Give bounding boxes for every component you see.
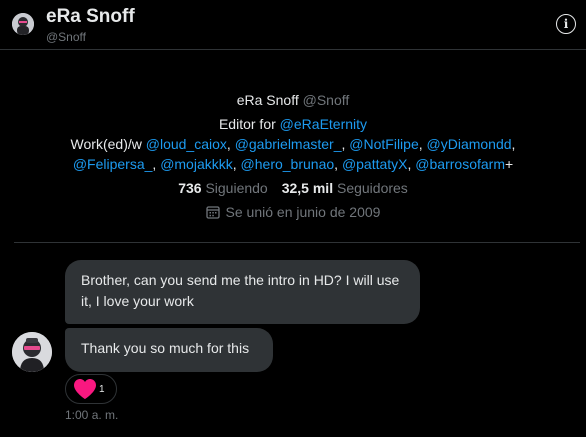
profile-title-line: eRa Snoff @Snoff: [0, 90, 586, 110]
bio-mention-link[interactable]: @yDiamondd: [427, 136, 512, 152]
following-label: Siguiendo: [205, 180, 268, 196]
avatar[interactable]: [12, 332, 52, 372]
message-bubble[interactable]: Thank you so much for this: [65, 328, 273, 372]
bio-mention-link[interactable]: @mojakkkk: [160, 156, 233, 172]
message-bubble[interactable]: Brother, can you send me the intro in HD…: [65, 260, 420, 324]
profile-name[interactable]: eRa Snoff: [237, 92, 299, 108]
profile-bio-line-1: Editor for @eRaEternity: [0, 114, 586, 134]
following-stat[interactable]: 736 Siguiendo: [178, 180, 268, 196]
profile-handle: @Snoff: [302, 92, 350, 108]
follow-stats: 736 Siguiendo 32,5 mil Seguidores: [0, 178, 586, 198]
bio-mention-link[interactable]: @gabrielmaster_: [235, 136, 342, 152]
bio-mention-link[interactable]: @barrosofarm: [415, 156, 505, 172]
bio-text: +: [504, 156, 514, 172]
bio-mention-link[interactable]: @NotFilipe: [349, 136, 418, 152]
bio-mention-link[interactable]: @loud_caiox: [146, 136, 227, 152]
divider: [14, 242, 580, 243]
info-icon[interactable]: i: [556, 14, 576, 34]
bio-mention-link[interactable]: @Felipersa_: [73, 156, 153, 172]
profile-bio-line-2: Work(ed)/w @loud_caiox, @gabrielmaster_,…: [70, 136, 516, 152]
message-timestamp: 1:00 a. m.: [65, 408, 119, 422]
heart-icon: [74, 379, 96, 399]
followers-stat[interactable]: 32,5 mil Seguidores: [282, 180, 408, 196]
bio-mention-link[interactable]: @pattatyX: [342, 156, 408, 172]
reaction-badge[interactable]: 1: [65, 374, 117, 404]
bio-mention-link[interactable]: @eRaEternity: [280, 116, 367, 132]
header-name[interactable]: eRa Snoff: [46, 6, 135, 28]
conversation-header: eRa Snoff @Snoff i: [0, 0, 586, 50]
following-count: 736: [178, 180, 202, 196]
header-handle: @Snoff: [46, 30, 86, 44]
joined-text: Se unió en junio de 2009: [225, 204, 381, 220]
bio-text: Editor for: [218, 116, 280, 132]
calendar-icon: [205, 206, 220, 219]
joined-date: Se unió en junio de 2009: [0, 202, 586, 222]
followers-count: 32,5 mil: [281, 180, 334, 196]
reaction-count: 1: [99, 383, 105, 395]
bio-mention-link[interactable]: @hero_brunao: [241, 156, 335, 172]
profile-bio-line-3: @Felipersa_, @mojakkkk, @hero_brunao, @p…: [72, 156, 514, 172]
avatar[interactable]: [12, 13, 34, 35]
followers-label: Seguidores: [336, 180, 408, 196]
bio-text: Work(ed)/w: [70, 136, 146, 152]
profile-summary: eRa Snoff @Snoff Editor for @eRaEternity…: [0, 90, 586, 222]
